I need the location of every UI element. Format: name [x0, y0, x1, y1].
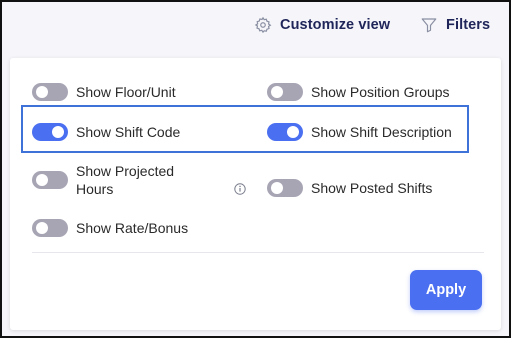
toggle-knob: [36, 174, 48, 186]
option-show-position-groups: Show Position Groups: [267, 83, 450, 101]
option-show-shift-code: Show Shift Code: [32, 123, 180, 141]
apply-button[interactable]: Apply: [410, 270, 482, 310]
toggle-knob: [287, 126, 299, 138]
option-show-rate-bonus: Show Rate/Bonus: [32, 219, 188, 237]
toggle-show-projected-hours[interactable]: [32, 171, 68, 189]
filters-button[interactable]: Filters: [420, 16, 490, 34]
filter-icon: [421, 18, 437, 33]
top-toolbar: Customize view Filters: [2, 2, 509, 54]
toggle-knob: [271, 182, 283, 194]
toggle-knob: [36, 86, 48, 98]
toggle-knob: [52, 126, 64, 138]
toggle-knob: [271, 86, 283, 98]
gear-icon: [254, 16, 272, 34]
option-label-show-shift-description: Show Shift Description: [311, 124, 452, 140]
option-label-show-rate-bonus: Show Rate/Bonus: [76, 220, 189, 236]
customize-view-label: Customize view: [280, 17, 391, 33]
option-show-projected-hours: Show Projected Hours: [32, 162, 196, 198]
option-show-floor-unit: Show Floor/Unit: [32, 83, 176, 101]
option-label-show-floor-unit: Show Floor/Unit: [76, 84, 176, 100]
toggle-show-floor-unit[interactable]: [32, 83, 68, 101]
option-label-show-posted-shifts: Show Posted Shifts: [311, 180, 433, 196]
toggle-knob: [36, 222, 48, 234]
option-label-show-shift-code: Show Shift Code: [76, 124, 181, 140]
option-show-shift-description: Show Shift Description: [267, 123, 452, 141]
toggle-show-shift-description[interactable]: [267, 123, 303, 141]
toggle-show-rate-bonus[interactable]: [32, 219, 68, 237]
option-label-show-projected-hours: Show Projected Hours: [76, 163, 175, 197]
toggle-show-shift-code[interactable]: [32, 123, 68, 141]
window-frame: Customize view Filters Show Floor/Unit S…: [0, 0, 511, 338]
customize-view-panel: Show Floor/Unit Show Position Groups Sho…: [10, 58, 501, 330]
customize-view-button[interactable]: Customize view: [254, 16, 390, 34]
filters-label: Filters: [446, 17, 491, 33]
toggle-show-position-groups[interactable]: [267, 83, 303, 101]
option-show-posted-shifts: Show Posted Shifts: [267, 179, 432, 197]
divider: [32, 252, 484, 253]
toggle-show-posted-shifts[interactable]: [267, 179, 303, 197]
option-label-show-position-groups: Show Position Groups: [311, 84, 450, 100]
info-icon[interactable]: [234, 183, 246, 195]
